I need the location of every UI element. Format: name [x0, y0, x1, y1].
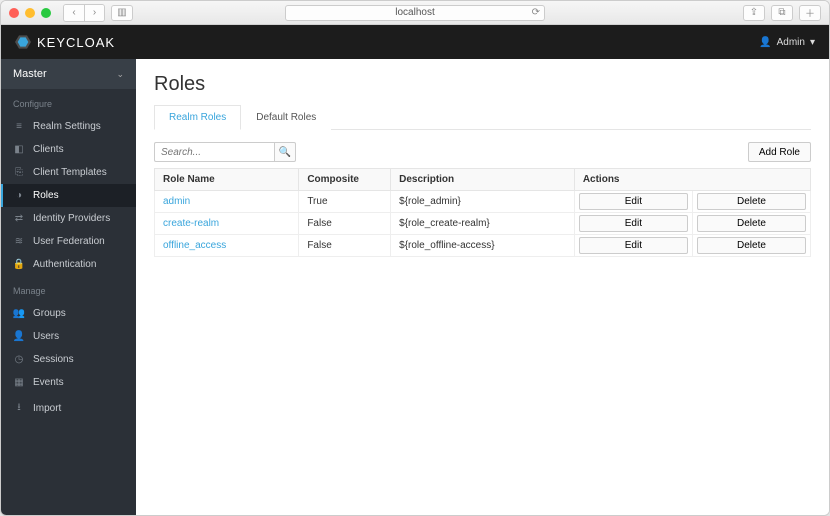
close-window-icon[interactable]	[9, 8, 19, 18]
group-icon: 👥	[13, 308, 25, 319]
url-bar[interactable]: localhost ⟳	[285, 5, 545, 21]
tab-default-roles[interactable]: Default Roles	[241, 105, 331, 130]
sidebar-item-users[interactable]: 👤 Users	[1, 325, 136, 348]
role-name-link[interactable]: create-realm	[163, 218, 219, 229]
url-text: localhost	[395, 7, 434, 18]
app-header: KEYCLOAK 👤 Admin ▾	[1, 25, 829, 59]
sidebar-item-label: Identity Providers	[33, 213, 110, 224]
tab-realm-roles[interactable]: Realm Roles	[154, 105, 241, 130]
bookmark-icon: ◑	[13, 190, 25, 201]
user-label: Admin	[777, 37, 805, 48]
nav-back-forward: ‹ ›	[63, 4, 105, 22]
sliders-icon: ≡	[13, 121, 25, 132]
composite-cell: False	[299, 235, 391, 257]
sidebar-item-import[interactable]: ⭳ Import	[1, 394, 136, 423]
forward-button[interactable]: ›	[84, 5, 104, 21]
column-header: Description	[391, 169, 575, 191]
sidebar-item-sessions[interactable]: ◷ Sessions	[1, 348, 136, 371]
description-cell: ${role_create-realm}	[391, 213, 575, 235]
calendar-icon: ▦	[13, 377, 25, 388]
table-row: create-realm False${role_create-realm}Edi…	[155, 213, 811, 235]
column-header: Actions	[574, 169, 810, 191]
role-name-link[interactable]: offline_access	[163, 240, 226, 251]
sidebar-item-identity-providers[interactable]: ⇄ Identity Providers	[1, 207, 136, 230]
sidebar-item-groups[interactable]: 👥 Groups	[1, 302, 136, 325]
user-menu[interactable]: 👤 Admin ▾	[759, 37, 815, 48]
sidebar-item-label: Authentication	[33, 259, 96, 270]
zoom-window-icon[interactable]	[41, 8, 51, 18]
edit-button[interactable]: Edit	[579, 215, 688, 232]
composite-cell: False	[299, 213, 391, 235]
table-toolbar: 🔍 Add Role	[154, 142, 811, 162]
realm-selector[interactable]: Master ⌄	[1, 59, 136, 89]
sidebar-section-header: Manage	[1, 276, 136, 302]
sidebar-item-events[interactable]: ▦ Events	[1, 371, 136, 394]
search-input[interactable]	[154, 142, 274, 162]
column-header: Role Name	[155, 169, 299, 191]
minimize-window-icon[interactable]	[25, 8, 35, 18]
window-controls	[9, 8, 51, 18]
sidebar-section-header: Configure	[1, 89, 136, 115]
edit-button[interactable]: Edit	[579, 237, 688, 254]
exchange-icon: ⇄	[13, 213, 25, 224]
tag-icon: ◧	[13, 144, 25, 155]
sidebar-item-label: Clients	[33, 144, 64, 155]
realm-name: Master	[13, 68, 47, 80]
sidebar-item-realm-settings[interactable]: ≡ Realm Settings	[1, 115, 136, 138]
delete-button[interactable]: Delete	[697, 237, 806, 254]
page-title: Roles	[154, 73, 811, 96]
db-icon: ≋	[13, 236, 25, 247]
delete-button[interactable]: Delete	[697, 193, 806, 210]
new-tab-icon[interactable]: ＋	[799, 5, 821, 21]
search-button[interactable]: 🔍	[274, 142, 296, 162]
table-row: admin True${role_admin}Edit Delete	[155, 191, 811, 213]
roles-table: Role NameCompositeDescriptionActions adm…	[154, 168, 811, 257]
back-button[interactable]: ‹	[64, 5, 84, 21]
brand-logo[interactable]: KEYCLOAK	[15, 34, 115, 50]
browser-window: ‹ › ▥ localhost ⟳ ⇪ ⧉ ＋ KEYCLOAK 👤 Admin…	[0, 0, 830, 516]
description-cell: ${role_offline-access}	[391, 235, 575, 257]
chevron-down-icon: ▾	[810, 37, 815, 48]
reload-icon[interactable]: ⟳	[532, 7, 540, 18]
sidebar-item-label: Events	[33, 377, 64, 388]
tabs-icon[interactable]: ⧉	[771, 5, 793, 21]
sidebar-item-label: Groups	[33, 308, 66, 319]
description-cell: ${role_admin}	[391, 191, 575, 213]
brand-text: KEYCLOAK	[37, 35, 115, 50]
sidebar-item-label: Users	[33, 331, 59, 342]
titlebar: ‹ › ▥ localhost ⟳ ⇪ ⧉ ＋	[1, 1, 829, 25]
composite-cell: True	[299, 191, 391, 213]
lock-icon: 🔒	[13, 259, 25, 270]
search-icon: 🔍	[279, 147, 291, 158]
user-icon: 👤	[759, 37, 771, 48]
delete-button[interactable]: Delete	[697, 215, 806, 232]
main-content: Roles Realm RolesDefault Roles 🔍 Add Rol…	[136, 59, 829, 515]
sidebar-item-roles[interactable]: ◑ Roles	[1, 184, 136, 207]
sidebar-item-authentication[interactable]: 🔒 Authentication	[1, 253, 136, 276]
sidebar-item-user-federation[interactable]: ≋ User Federation	[1, 230, 136, 253]
user-icon: 👤	[13, 331, 25, 342]
sidebar: Master ⌄ Configure ≡ Realm Settings ◧ Client…	[1, 59, 136, 515]
chevron-down-icon: ⌄	[116, 69, 124, 80]
download-icon: ⭳	[13, 400, 25, 417]
table-row: offline_access False${role_offline-access…	[155, 235, 811, 257]
copy-icon: ⎘	[13, 167, 25, 178]
edit-button[interactable]: Edit	[579, 193, 688, 210]
add-role-button[interactable]: Add Role	[748, 142, 811, 162]
sidebar-item-label: Import	[33, 403, 61, 414]
sidebar-item-label: User Federation	[33, 236, 105, 247]
role-name-link[interactable]: admin	[163, 196, 190, 207]
sidebar-item-clients[interactable]: ◧ Clients	[1, 138, 136, 161]
tabs: Realm RolesDefault Roles	[154, 104, 811, 130]
share-icon[interactable]: ⇪	[743, 5, 765, 21]
sidebar-item-label: Realm Settings	[33, 121, 101, 132]
sidebar-item-label: Roles	[33, 190, 59, 201]
sidebar-toggle-icon[interactable]: ▥	[111, 5, 133, 21]
sidebar-item-label: Client Templates	[33, 167, 107, 178]
keycloak-hex-icon	[15, 34, 31, 50]
sidebar-item-label: Sessions	[33, 354, 74, 365]
sidebar-item-client-templates[interactable]: ⎘ Client Templates	[1, 161, 136, 184]
clock-icon: ◷	[13, 354, 25, 365]
column-header: Composite	[299, 169, 391, 191]
